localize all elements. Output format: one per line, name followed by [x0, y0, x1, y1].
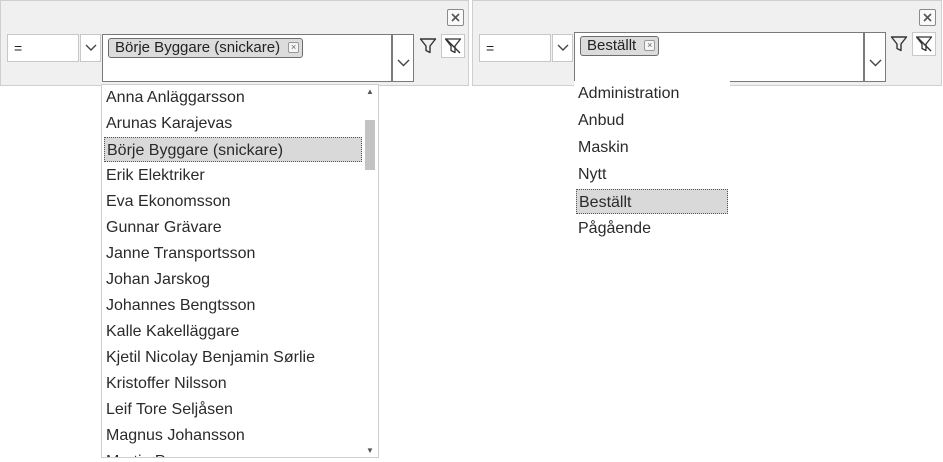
list-item[interactable]: Magnus Johansson	[104, 423, 362, 448]
list-item[interactable]: Kristoffer Nilsson	[104, 371, 362, 396]
left-tag-input[interactable]: Börje Byggare (snickare) ×	[102, 34, 392, 82]
left-list-scrollbar[interactable]: ▲ ▼	[362, 85, 378, 457]
left-options-list[interactable]: Anna Anläggarsson Arunas Karajevas Börje B…	[101, 84, 379, 458]
scrollbar-thumb[interactable]	[365, 119, 375, 170]
right-operator-dropdown-button[interactable]	[552, 34, 573, 62]
tag-remove-button[interactable]: ×	[644, 40, 656, 51]
list-item[interactable]: Kjetil Nicolay Benjamin Sørlie	[104, 345, 362, 370]
right-tag-input[interactable]: Beställt ×	[574, 32, 864, 82]
list-item[interactable]: Börje Byggare (snickare)	[104, 137, 362, 162]
right-clear-filter-button[interactable]	[912, 32, 936, 56]
right-apply-filter-button[interactable]	[887, 32, 911, 56]
tag-label: Beställt	[587, 37, 637, 54]
right-options-list[interactable]: Administration Anbud Maskin Nytt Beställt Påg…	[574, 81, 730, 247]
list-item[interactable]: Administration	[576, 81, 728, 106]
list-item[interactable]: Leif Tore Seljåsen	[104, 397, 362, 422]
close-icon	[923, 13, 932, 22]
list-item[interactable]: Johan Jarskog	[104, 267, 362, 292]
filter-icon	[890, 36, 908, 52]
left-clear-filter-button[interactable]	[441, 34, 465, 58]
list-item[interactable]: Eva Ekonomsson	[104, 189, 362, 214]
selected-tag: Beställt ×	[580, 36, 660, 56]
list-item[interactable]: Kalle Kakelläggare	[104, 319, 362, 344]
chevron-down-icon	[869, 59, 881, 67]
list-item[interactable]: Anbud	[576, 108, 728, 133]
right-filter-panel: = Beställt ×	[472, 0, 942, 86]
close-icon	[451, 13, 460, 22]
left-operator-dropdown-button[interactable]	[80, 34, 101, 62]
list-item[interactable]: Pågående	[576, 216, 728, 241]
list-item[interactable]: Martin P	[104, 449, 362, 457]
filter-icon	[419, 38, 437, 54]
chevron-down-icon	[85, 44, 96, 51]
clear-filter-icon	[444, 38, 462, 54]
clear-filter-icon	[915, 36, 933, 52]
list-item[interactable]: Beställt	[576, 189, 728, 214]
list-item[interactable]: Maskin	[576, 135, 728, 160]
selected-tag: Börje Byggare (snickare) ×	[108, 38, 304, 58]
left-operator-select[interactable]: =	[7, 34, 79, 62]
chevron-down-icon	[557, 44, 568, 51]
chevron-down-icon	[397, 59, 409, 67]
right-operator-select[interactable]: =	[479, 34, 551, 62]
left-apply-filter-button[interactable]	[416, 34, 440, 58]
left-close-button[interactable]	[447, 9, 464, 26]
tag-remove-button[interactable]: ×	[288, 42, 300, 53]
list-item[interactable]: Arunas Karajevas	[104, 111, 362, 136]
left-tag-dropdown-button[interactable]	[392, 34, 414, 82]
list-item[interactable]: Gunnar Grävare	[104, 215, 362, 240]
left-filter-panel: = Börje Byggare (snickare) ×	[0, 0, 469, 86]
list-item[interactable]: Janne Transportsson	[104, 241, 362, 266]
tag-label: Börje Byggare (snickare)	[115, 39, 281, 56]
list-item[interactable]: Erik Elektriker	[104, 163, 362, 188]
list-item[interactable]: Nytt	[576, 162, 728, 187]
list-item[interactable]: Johannes Bengtsson	[104, 293, 362, 318]
right-tag-dropdown-button[interactable]	[864, 32, 886, 82]
list-item[interactable]: Anna Anläggarsson	[104, 85, 362, 110]
right-close-button[interactable]	[919, 9, 936, 26]
